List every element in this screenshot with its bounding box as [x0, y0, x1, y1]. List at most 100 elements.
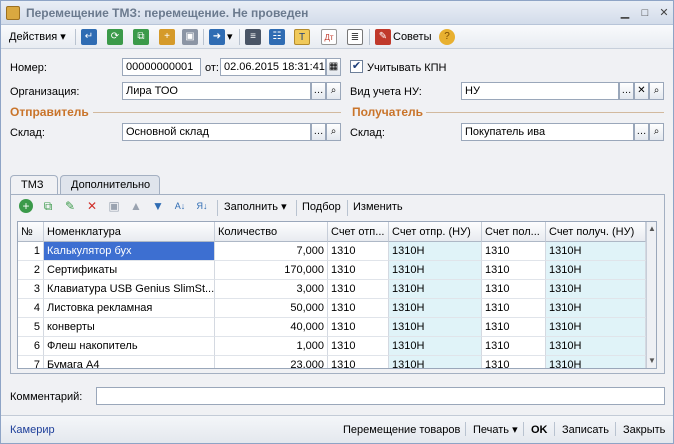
- sender-account-cell[interactable]: 1310: [328, 242, 389, 261]
- nomenclature-cell[interactable]: Сертификаты: [44, 261, 215, 280]
- nu-field[interactable]: НУ: [461, 82, 619, 100]
- nomenclature-cell[interactable]: Флеш накопитель: [44, 337, 215, 356]
- dt-kt-icon[interactable]: Дт: [321, 29, 337, 45]
- org-field[interactable]: Лира ТОО: [122, 82, 311, 100]
- ok-button[interactable]: OK: [531, 421, 548, 439]
- actions-menu[interactable]: Действия ▾: [9, 28, 66, 46]
- receiver-account-nu-cell[interactable]: 1310Н: [546, 299, 646, 318]
- sender-account-nu-cell[interactable]: 1310Н: [389, 299, 482, 318]
- sender-account-nu-cell[interactable]: 1310Н: [389, 242, 482, 261]
- sender-warehouse-select[interactable]: …: [311, 123, 326, 141]
- quantity-cell[interactable]: 23,000: [215, 356, 328, 368]
- copy-row-icon[interactable]: ⧉: [41, 199, 55, 213]
- search-icon[interactable]: ⌕: [649, 123, 664, 141]
- post-icon[interactable]: ↵: [81, 29, 97, 45]
- receiver-account-nu-cell[interactable]: 1310Н: [546, 318, 646, 337]
- document-add-icon[interactable]: +: [159, 29, 175, 45]
- comment-field[interactable]: [96, 387, 665, 405]
- end-edit-icon[interactable]: ▣: [107, 199, 121, 213]
- search-icon[interactable]: ⌕: [326, 123, 341, 141]
- close-icon[interactable]: ✕: [656, 5, 672, 21]
- delete-icon[interactable]: ✕: [85, 199, 99, 213]
- col-header-sender-account-nu[interactable]: Счет отпр. (НУ): [389, 222, 482, 242]
- receiver-account-nu-cell[interactable]: 1310Н: [546, 337, 646, 356]
- move-down-icon[interactable]: ▼: [151, 199, 165, 213]
- kamerir-link[interactable]: Камерир: [10, 421, 55, 439]
- tab-tmz[interactable]: ТМЗ: [10, 175, 58, 195]
- nomenclature-cell[interactable]: Бумага А4: [44, 356, 215, 368]
- copy-icon[interactable]: ⧉: [133, 29, 149, 45]
- search-icon[interactable]: ⌕: [326, 82, 341, 100]
- sender-account-nu-cell[interactable]: 1310Н: [389, 356, 482, 368]
- move-goods-button[interactable]: Перемещение товаров: [343, 421, 460, 439]
- nomenclature-cell[interactable]: Калькулятор бух: [44, 242, 215, 261]
- receiver-account-cell[interactable]: 1310: [482, 261, 546, 280]
- sender-account-cell[interactable]: 1310: [328, 261, 389, 280]
- go-to-icon[interactable]: ➜: [209, 29, 225, 45]
- col-header-nomenclature[interactable]: Номенклатура: [44, 222, 215, 242]
- receiver-account-nu-cell[interactable]: 1310Н: [546, 356, 646, 368]
- move-up-icon[interactable]: ▲: [129, 199, 143, 213]
- nu-select-button[interactable]: …: [619, 82, 634, 100]
- tab-additional[interactable]: Дополнительно: [60, 175, 160, 194]
- document-lock-icon[interactable]: ▣: [182, 29, 198, 45]
- scroll-up-icon[interactable]: ▲: [648, 224, 656, 233]
- fill-button[interactable]: Заполнить ▾: [224, 198, 287, 216]
- receiver-account-cell[interactable]: 1310: [482, 356, 546, 368]
- receiver-account-nu-cell[interactable]: 1310Н: [546, 280, 646, 299]
- minimize-icon[interactable]: ▁: [617, 5, 633, 21]
- quantity-cell[interactable]: 7,000: [215, 242, 328, 261]
- nomenclature-cell[interactable]: Клавиатура USB Genius SlimSt...: [44, 280, 215, 299]
- sender-account-nu-cell[interactable]: 1310Н: [389, 280, 482, 299]
- quantity-cell[interactable]: 170,000: [215, 261, 328, 280]
- number-field[interactable]: 00000000001: [122, 58, 201, 76]
- nomenclature-cell[interactable]: конверты: [44, 318, 215, 337]
- receiver-account-nu-cell[interactable]: 1310Н: [546, 242, 646, 261]
- row-number[interactable]: 5: [18, 318, 44, 337]
- row-number[interactable]: 2: [18, 261, 44, 280]
- structure-icon[interactable]: ☷: [269, 29, 285, 45]
- calendar-icon[interactable]: ▦: [326, 58, 341, 76]
- sender-warehouse-field[interactable]: Основной склад: [122, 123, 311, 141]
- col-header-quantity[interactable]: Количество: [215, 222, 328, 242]
- print-button[interactable]: Печать ▾: [473, 421, 518, 439]
- receiver-warehouse-select[interactable]: …: [634, 123, 649, 141]
- refresh-icon[interactable]: ⟳: [107, 29, 123, 45]
- report-icon[interactable]: ≣: [347, 29, 363, 45]
- tips-button[interactable]: Советы: [393, 28, 431, 46]
- receiver-account-cell[interactable]: 1310: [482, 337, 546, 356]
- help-icon[interactable]: ?: [439, 29, 455, 45]
- col-header-receiver-account[interactable]: Счет пол...: [482, 222, 546, 242]
- sender-account-cell[interactable]: 1310: [328, 318, 389, 337]
- row-number[interactable]: 4: [18, 299, 44, 318]
- col-header-number[interactable]: №: [18, 222, 44, 242]
- goods-table[interactable]: № Номенклатура Количество Счет отп... Сч…: [17, 221, 657, 369]
- row-number[interactable]: 6: [18, 337, 44, 356]
- col-header-sender-account[interactable]: Счет отп...: [328, 222, 389, 242]
- sender-account-nu-cell[interactable]: 1310Н: [389, 261, 482, 280]
- text-toggle-icon[interactable]: T: [294, 29, 310, 45]
- kpn-checkbox[interactable]: ✔: [350, 60, 363, 73]
- edit-icon[interactable]: ✎: [63, 199, 77, 213]
- quantity-cell[interactable]: 40,000: [215, 318, 328, 337]
- search-icon[interactable]: ⌕: [649, 82, 664, 100]
- col-header-receiver-account-nu[interactable]: Счет получ. (НУ): [546, 222, 646, 242]
- sender-account-nu-cell[interactable]: 1310Н: [389, 318, 482, 337]
- receiver-account-cell[interactable]: 1310: [482, 242, 546, 261]
- scroll-down-icon[interactable]: ▼: [648, 356, 656, 365]
- date-field[interactable]: 02.06.2015 18:31:41: [220, 58, 326, 76]
- org-select-button[interactable]: …: [311, 82, 326, 100]
- table-scrollbar[interactable]: ▲ ▼: [646, 222, 656, 368]
- nomenclature-cell[interactable]: Листовка рекламная: [44, 299, 215, 318]
- close-button[interactable]: Закрыть: [623, 421, 665, 439]
- quantity-cell[interactable]: 50,000: [215, 299, 328, 318]
- go-to-dropdown[interactable]: ▾: [227, 28, 233, 46]
- pick-button[interactable]: Подбор: [302, 198, 341, 216]
- quantity-cell[interactable]: 1,000: [215, 337, 328, 356]
- maximize-icon[interactable]: □: [637, 5, 653, 21]
- add-icon[interactable]: +: [19, 199, 33, 213]
- sender-account-cell[interactable]: 1310: [328, 280, 389, 299]
- sort-desc-icon[interactable]: Я↓: [195, 199, 209, 213]
- clear-icon[interactable]: ✕: [634, 82, 649, 100]
- save-button[interactable]: Записать: [562, 421, 609, 439]
